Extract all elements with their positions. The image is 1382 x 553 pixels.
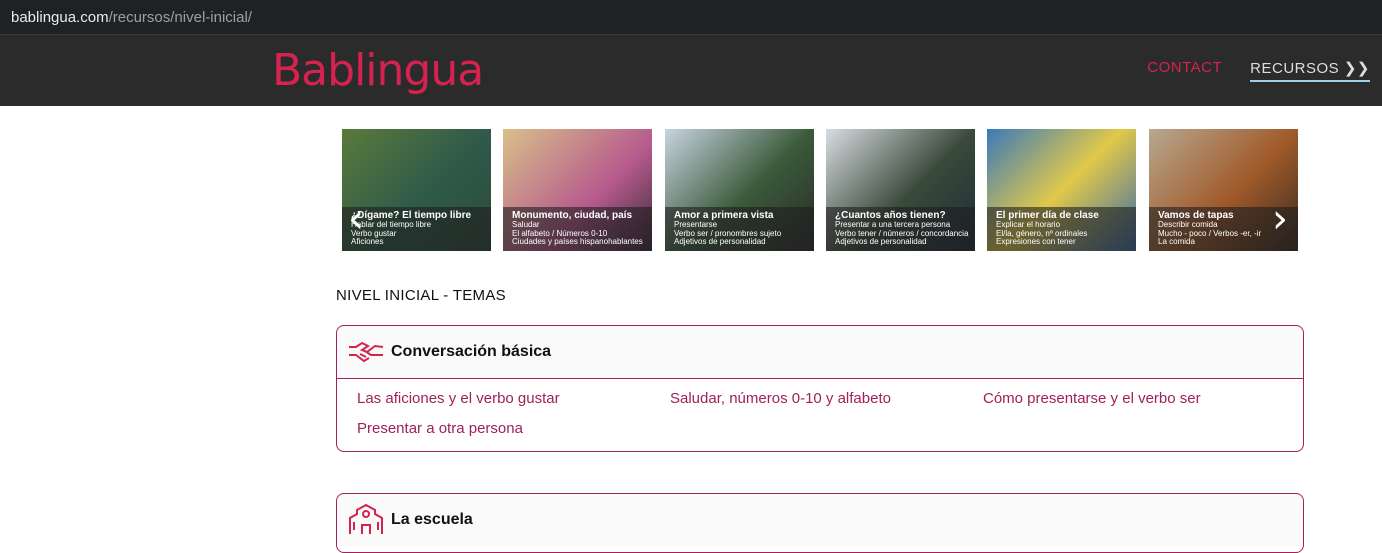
slide-line: Aficiones	[351, 237, 384, 246]
slide-caption: ¿Dígame? El tiempo libre Hablar del tiem…	[342, 207, 491, 251]
site-header: Bablingua CONTACT RECURSOS ❯❯	[0, 35, 1382, 106]
carousel-prev-icon[interactable]: ‹	[348, 199, 364, 239]
slide-caption: ¿Cuantos años tienen? Presentar a una te…	[826, 207, 975, 251]
slide-line: Adjetivos de personalidad	[674, 237, 766, 246]
topic-card: Conversación básica Las aficiones y el v…	[336, 325, 1304, 452]
slide-line: Expresiones con tener	[996, 237, 1076, 246]
lesson-carousel: ¿Dígame? El tiempo libre Hablar del tiem…	[342, 129, 1298, 251]
carousel-slide[interactable]: El primer día de clase Explicar el horar…	[987, 129, 1136, 251]
slide-caption: Amor a primera vista Presentarse Verbo s…	[665, 207, 814, 251]
url-path: /recursos/nivel-inicial/	[108, 9, 252, 26]
topic-link[interactable]: Cómo presentarse y el verbo ser	[983, 390, 1283, 407]
school-building-icon	[349, 504, 383, 534]
topic-link[interactable]: Presentar a otra persona	[357, 420, 670, 437]
slide-caption: El primer día de clase Explicar el horar…	[987, 207, 1136, 251]
topic-card-title: La escuela	[391, 511, 473, 528]
slide-caption: Monumento, ciudad, país Saludar El alfab…	[503, 207, 652, 251]
topic-links: Las aficiones y el verbo gustar Saludar,…	[337, 378, 1303, 451]
topic-link[interactable]: Saludar, números 0-10 y alfabeto	[670, 390, 983, 407]
slide-line: Adjetivos de personalidad	[835, 237, 927, 246]
carousel-next-icon[interactable]: ›	[1272, 199, 1288, 239]
url-host: bablingua.com	[11, 9, 109, 26]
nav-contact-link[interactable]: CONTACT	[1147, 59, 1222, 82]
carousel-slide[interactable]: ¿Cuantos años tienen? Presentar a una te…	[826, 129, 975, 251]
carousel-slide[interactable]: ¿Dígame? El tiempo libre Hablar del tiem…	[342, 129, 491, 251]
carousel-slide[interactable]: Amor a primera vista Presentarse Verbo s…	[665, 129, 814, 251]
carousel-slide[interactable]: Monumento, ciudad, país Saludar El alfab…	[503, 129, 652, 251]
handshake-icon	[349, 341, 384, 363]
topic-card-header[interactable]: Conversación básica	[337, 326, 1303, 378]
main-menu: CONTACT RECURSOS ❯❯	[1147, 59, 1370, 82]
page-title: NIVEL INICIAL - TEMAS	[336, 287, 506, 304]
topic-card: La escuela	[336, 493, 1304, 553]
nav-recursos-link[interactable]: RECURSOS ❯❯	[1250, 59, 1370, 82]
slide-line: Ciudades y países hispanohablantes	[512, 237, 643, 246]
topic-card-title: Conversación básica	[391, 343, 552, 360]
topic-card-header[interactable]: La escuela	[337, 494, 1303, 546]
topic-link[interactable]: Las aficiones y el verbo gustar	[357, 390, 670, 407]
site-logo[interactable]: Bablingua	[272, 49, 484, 93]
address-bar[interactable]: bablingua.com/recursos/nivel-inicial/	[0, 0, 1382, 35]
